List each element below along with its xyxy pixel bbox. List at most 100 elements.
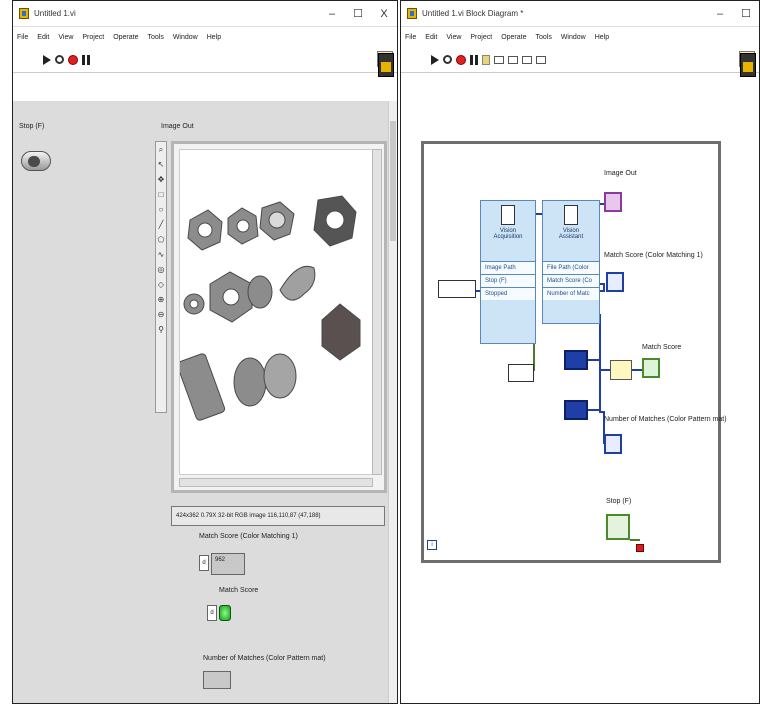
bd-menu-project[interactable]: Project <box>470 34 492 41</box>
retain-wire-values-icon[interactable] <box>494 55 504 64</box>
step-over-icon[interactable] <box>522 55 532 64</box>
nut-7 <box>247 275 273 309</box>
bd-vi-icon <box>740 53 756 77</box>
front-panel-vertical-scrollbar[interactable] <box>388 101 397 703</box>
menu-file[interactable]: File <box>17 34 28 41</box>
image-tools-palette: ⌕ ↖ ✥ □ ○ ╱ ⬠ ∿ ◎ ◇ ⊕ ⊖ ⚲ <box>155 141 167 413</box>
window-title: Untitled 1.vi <box>34 9 76 18</box>
vision-acq-row-stopped[interactable]: Stopped <box>481 287 535 300</box>
bd-pause-icon[interactable] <box>470 54 478 65</box>
bd-run-continuously-icon[interactable] <box>443 55 452 64</box>
run-continuously-icon[interactable] <box>55 55 64 64</box>
vision-asst-header: Vision Assistant <box>543 201 599 261</box>
magnify-icon[interactable]: ⚲ <box>156 324 166 335</box>
stop-constant[interactable] <box>508 364 534 382</box>
menu-view[interactable]: View <box>58 34 73 41</box>
line-icon[interactable]: ╱ <box>156 219 166 230</box>
nut-2-hole <box>236 219 250 233</box>
image-path-constant[interactable] <box>438 280 476 298</box>
cap-nut-2 <box>263 353 297 399</box>
image-horizontal-scrollbar[interactable] <box>179 478 373 487</box>
image-viewport <box>176 149 374 475</box>
clean-diagram-icon[interactable] <box>536 55 546 64</box>
minimize-button[interactable]: – <box>319 8 345 20</box>
match-score-radix[interactable]: d <box>207 605 217 621</box>
vision-acq-row-image-path[interactable]: Image Path <box>481 261 535 274</box>
bd-title-bar: Untitled 1.vi Block Diagram * – ☐ <box>401 1 759 27</box>
zoom-icon[interactable]: ⌕ <box>156 144 166 155</box>
highlight-execution-icon[interactable] <box>482 54 490 65</box>
num-matches-label: Number of Matches (Color Pattern mat) <box>203 655 326 662</box>
rect-icon[interactable]: □ <box>156 189 166 200</box>
pan-icon[interactable]: ✥ <box>156 174 166 185</box>
bd-menu-bar: File Edit View Project Operate Tools Win… <box>401 27 759 47</box>
labview-bd-icon <box>407 8 417 19</box>
assistant-icon <box>564 205 578 225</box>
ellipse-icon[interactable]: ○ <box>156 204 166 215</box>
vision-asst-row-num-matches[interactable]: Number of Matc <box>543 287 599 300</box>
nut-5-hole <box>189 299 199 309</box>
menu-edit[interactable]: Edit <box>37 34 49 41</box>
bd-match-label: Match Score <box>642 344 682 351</box>
annulus-icon[interactable]: ◎ <box>156 264 166 275</box>
bd-run-icon[interactable] <box>431 54 439 65</box>
vision-acq-header: Vision Acquisition <box>481 201 535 261</box>
menu-project[interactable]: Project <box>82 34 104 41</box>
labview-icon <box>19 8 29 19</box>
run-icon[interactable] <box>43 54 51 65</box>
menu-tools[interactable]: Tools <box>147 34 163 41</box>
while-loop[interactable]: Vision Acquisition Image Path Stop (F) S… <box>421 141 727 563</box>
bd-menu-window[interactable]: Window <box>561 34 586 41</box>
pause-icon[interactable] <box>82 54 90 65</box>
num-matches-terminal[interactable] <box>604 434 622 454</box>
step-into-icon[interactable] <box>508 55 518 64</box>
vision-assistant-node[interactable]: Vision Assistant File Path (Color Match … <box>542 200 600 324</box>
numeric-constant-1[interactable] <box>564 350 588 370</box>
polygon-icon[interactable]: ⬠ <box>156 234 166 245</box>
zoom-out-icon[interactable]: ⊖ <box>156 309 166 320</box>
vision-acquisition-node[interactable]: Vision Acquisition Image Path Stop (F) S… <box>480 200 536 344</box>
image-display[interactable] <box>171 141 387 493</box>
stop-label: Stop (F) <box>19 123 45 130</box>
vision-acq-row-stop[interactable]: Stop (F) <box>481 274 535 287</box>
zoom-in-icon[interactable]: ⊕ <box>156 294 166 305</box>
bd-num-matches-label: Number of Matches (Color Pattern mat) <box>604 416 727 423</box>
vision-asst-row-file-path[interactable]: File Path (Color <box>543 261 599 274</box>
nut-6-hole <box>222 288 240 306</box>
match-led-terminal[interactable] <box>642 358 660 378</box>
menu-help[interactable]: Help <box>207 34 221 41</box>
rotated-rect-icon[interactable]: ◇ <box>156 279 166 290</box>
bd-menu-help[interactable]: Help <box>595 34 609 41</box>
freehand-icon[interactable]: ∿ <box>156 249 166 260</box>
front-panel-window: Untitled 1.vi – ☐ X File Edit View Proje… <box>12 0 398 704</box>
in-range-compare[interactable] <box>610 360 632 380</box>
pointer-icon[interactable]: ↖ <box>156 159 166 170</box>
loop-condition-icon[interactable] <box>636 544 644 552</box>
bd-minimize-button[interactable]: – <box>707 8 733 20</box>
menu-operate[interactable]: Operate <box>113 34 138 41</box>
abort-icon[interactable] <box>68 54 78 65</box>
image-out-terminal[interactable] <box>604 192 622 212</box>
bd-abort-icon[interactable] <box>456 54 466 65</box>
block-diagram-window: Untitled 1.vi Block Diagram * – ☐ File E… <box>400 0 760 704</box>
maximize-button[interactable]: ☐ <box>345 7 371 20</box>
bd-stop-label: Stop (F) <box>606 498 632 505</box>
bd-menu-edit[interactable]: Edit <box>425 34 437 41</box>
menu-window[interactable]: Window <box>173 34 198 41</box>
image-vertical-scrollbar[interactable] <box>372 149 382 475</box>
stop-terminal[interactable] <box>606 514 630 540</box>
stop-button[interactable] <box>21 151 51 171</box>
bd-menu-view[interactable]: View <box>446 34 461 41</box>
bd-toolbar: ? <box>401 47 759 73</box>
bd-maximize-button[interactable]: ☐ <box>733 7 759 20</box>
bd-menu-file[interactable]: File <box>405 34 416 41</box>
scroll-thumb[interactable] <box>390 121 396 241</box>
bd-menu-operate[interactable]: Operate <box>501 34 526 41</box>
match-score-cm-radix[interactable]: d <box>199 555 209 571</box>
numeric-constant-2[interactable] <box>564 400 588 420</box>
vision-asst-row-match-score[interactable]: Match Score (Co <box>543 274 599 287</box>
close-button[interactable]: X <box>371 8 397 20</box>
match-cm-terminal[interactable] <box>606 272 624 292</box>
bd-menu-tools[interactable]: Tools <box>535 34 551 41</box>
bd-window-title: Untitled 1.vi Block Diagram * <box>422 9 524 18</box>
